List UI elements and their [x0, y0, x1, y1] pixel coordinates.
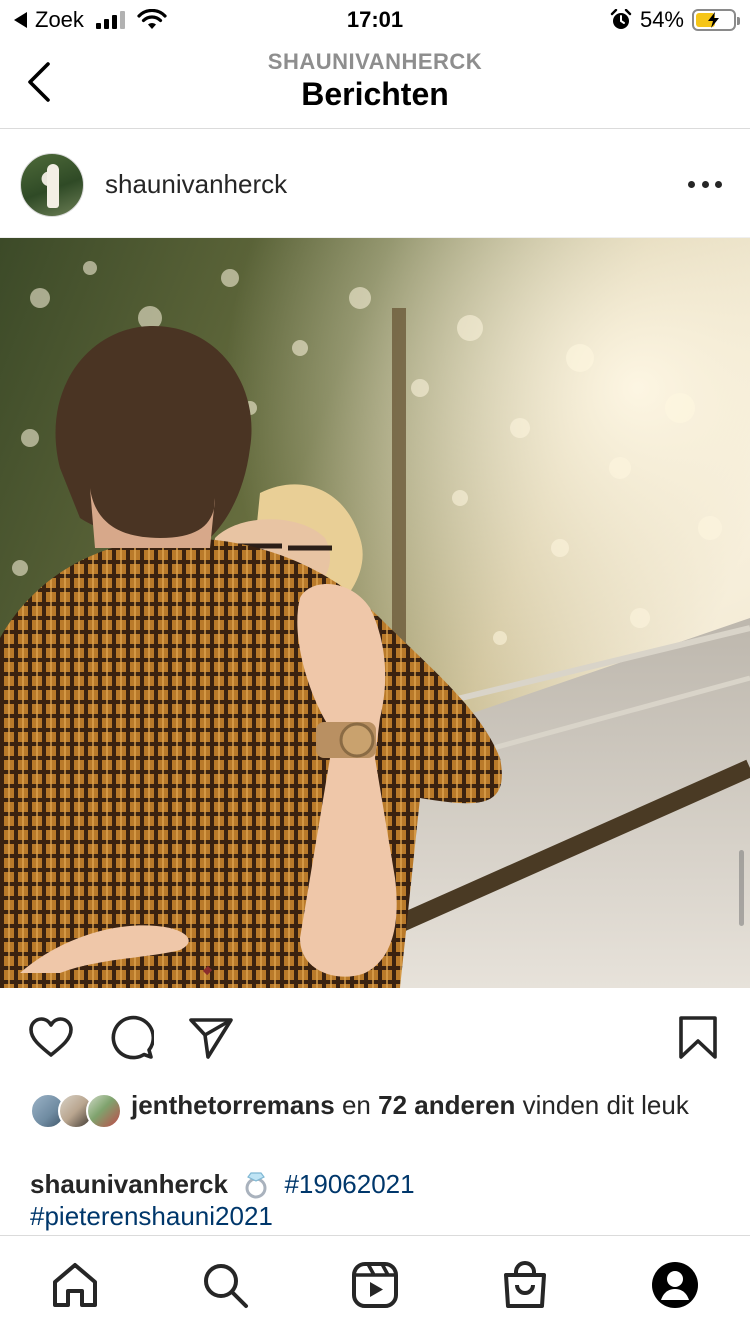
heart-icon[interactable]	[28, 1015, 74, 1061]
liker-username[interactable]: jenthetorremans	[131, 1090, 335, 1120]
navigation-header: SHAUNIVANHERCK Berichten	[0, 40, 750, 129]
status-bar: Zoek 17:01 54%	[0, 0, 750, 40]
caption-username[interactable]: shaunivanherck	[30, 1169, 228, 1199]
home-icon[interactable]	[50, 1260, 100, 1310]
profile-icon[interactable]	[650, 1260, 700, 1310]
liker-avatars[interactable]	[30, 1093, 122, 1129]
more-horizontal-icon[interactable]	[688, 172, 722, 196]
avatar	[86, 1093, 122, 1129]
page-title: Berichten	[301, 76, 449, 112]
paper-plane-icon[interactable]	[188, 1015, 234, 1061]
likes-connector: en	[334, 1090, 379, 1120]
post-caption: shaunivanherck #19062021 #pieterenshauni…	[30, 1168, 720, 1232]
post-actions	[0, 988, 750, 1084]
search-icon[interactable]	[200, 1260, 250, 1310]
hashtag-link[interactable]: #19062021	[284, 1169, 414, 1199]
battery-percentage: 54%	[639, 7, 684, 32]
post-header: shaunivanherck	[0, 130, 750, 238]
likes-others[interactable]: 72 anderen	[378, 1090, 515, 1120]
alarm-icon	[610, 9, 632, 29]
hashtag-link[interactable]: #pieterenshauni2021	[30, 1201, 273, 1231]
status-right: 54%	[610, 7, 740, 33]
post-photo[interactable]	[0, 238, 750, 988]
comment-icon[interactable]	[108, 1015, 154, 1061]
ring-icon	[245, 1172, 267, 1199]
bottom-navigation	[0, 1235, 750, 1334]
post-username[interactable]: shaunivanherck	[105, 169, 287, 200]
likes-text[interactable]: jenthetorremans en 72 anderen vinden dit…	[131, 1089, 721, 1121]
scroll-indicator	[739, 850, 744, 926]
battery-icon	[692, 9, 740, 31]
likes-summary[interactable]: jenthetorremans en 72 anderen vinden dit…	[0, 1084, 750, 1164]
bookmark-icon[interactable]	[675, 1015, 721, 1061]
shop-icon[interactable]	[500, 1260, 550, 1310]
reels-icon[interactable]	[350, 1260, 400, 1310]
likes-suffix: vinden dit leuk	[515, 1090, 689, 1120]
header-subtitle: SHAUNIVANHERCK	[267, 49, 483, 74]
avatar[interactable]	[20, 153, 84, 217]
